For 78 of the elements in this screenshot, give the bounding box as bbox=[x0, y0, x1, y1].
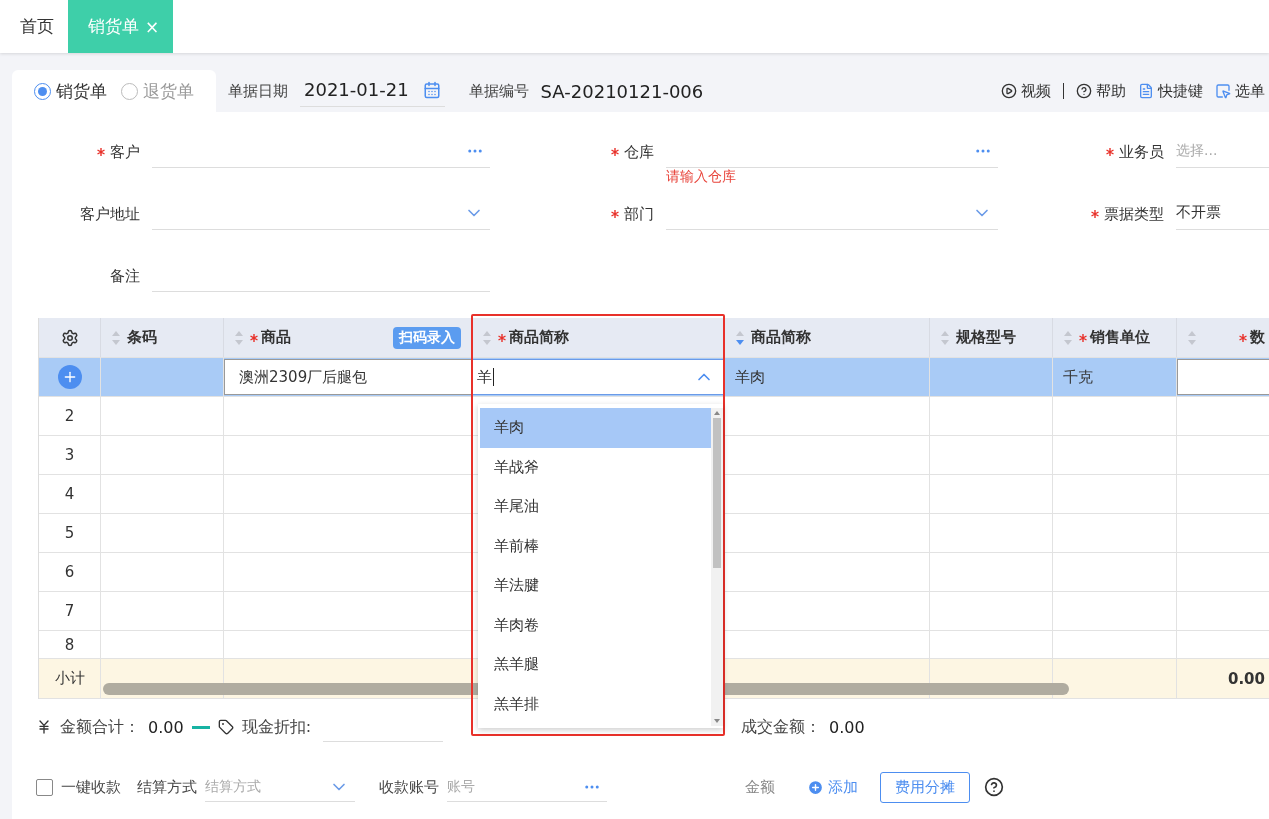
row-number: 3 bbox=[64, 446, 75, 464]
column-header: 销售单位 bbox=[1090, 328, 1150, 347]
dropdown-option[interactable]: 羊前棒 bbox=[480, 526, 711, 566]
subtotal-label: 小计 bbox=[54, 669, 85, 688]
discount-label: 现金折扣: bbox=[241, 716, 311, 738]
document-icon bbox=[1138, 83, 1154, 99]
help-icon bbox=[1076, 83, 1092, 99]
sort-icon[interactable] bbox=[1187, 329, 1197, 346]
row-number: 2 bbox=[64, 407, 75, 425]
dropdown-option[interactable]: 羔羊腿 bbox=[480, 645, 711, 685]
settings-icon[interactable] bbox=[60, 328, 79, 347]
plus-circle-icon bbox=[807, 778, 824, 796]
column-header: 规格型号 bbox=[956, 328, 1016, 347]
field-label: 客户地址 bbox=[80, 204, 140, 224]
input-field[interactable]: 不开票 bbox=[1176, 196, 1269, 230]
error-message: 请输入仓库 bbox=[666, 168, 736, 186]
toolbar-button[interactable]: 视频 bbox=[1001, 81, 1051, 101]
input-field[interactable]: 澳洲2309厂后腿包 bbox=[224, 359, 472, 395]
tag-icon bbox=[217, 719, 234, 735]
checkbox[interactable] bbox=[36, 778, 53, 796]
sort-icon[interactable] bbox=[234, 329, 244, 346]
toolbar-button[interactable]: 选单 bbox=[1215, 81, 1265, 101]
sort-icon[interactable] bbox=[111, 329, 121, 346]
amount-total-label: 金额合计： bbox=[60, 716, 140, 738]
add-row-button[interactable] bbox=[57, 365, 82, 389]
deal-amount-label: 成交金额： bbox=[741, 716, 821, 738]
table-cell: 千克 bbox=[1063, 367, 1093, 387]
play-icon bbox=[1001, 83, 1017, 99]
radio-option[interactable]: 销货单 bbox=[34, 79, 107, 103]
row-number: 7 bbox=[64, 602, 75, 620]
amount-total-value: 0.00 bbox=[148, 717, 184, 737]
column-header: 数 bbox=[1250, 328, 1265, 347]
one-click-label: 一键收款 bbox=[61, 777, 121, 797]
page-tab[interactable]: 首页 bbox=[0, 0, 68, 53]
column-header: 商品 bbox=[261, 328, 291, 347]
toolbar-button[interactable]: 帮助 bbox=[1076, 81, 1126, 101]
dropdown-option[interactable]: 羊尾油 bbox=[480, 487, 711, 527]
pointer-icon bbox=[1215, 83, 1231, 99]
subtotal-value: 0.00 bbox=[1228, 669, 1265, 688]
account-label: 收款账号 bbox=[379, 777, 439, 797]
selected-row[interactable]: 澳洲2309厂后腿包 羊 羊肉 千克 bbox=[39, 358, 1269, 397]
column-header: 商品简称 bbox=[509, 328, 569, 347]
input-field[interactable] bbox=[1177, 359, 1269, 395]
column-header: 商品简称 bbox=[751, 328, 811, 347]
field-label: 备注 bbox=[110, 266, 140, 286]
help-icon[interactable] bbox=[984, 777, 1004, 797]
field-label: 票据类型 bbox=[1104, 204, 1164, 224]
field-label: 仓库 bbox=[624, 142, 654, 162]
field-label: 客户 bbox=[110, 142, 140, 162]
yen-icon bbox=[36, 719, 52, 735]
field-label: 业务员 bbox=[1119, 142, 1164, 162]
sort-icon[interactable] bbox=[940, 329, 950, 346]
dropdown-option[interactable]: 羊肉卷 bbox=[480, 605, 711, 645]
number-label: 单据编号 bbox=[468, 81, 529, 101]
row-number: 8 bbox=[64, 635, 75, 654]
row-number: 4 bbox=[64, 485, 75, 503]
input-field[interactable]: 羊 bbox=[472, 359, 725, 395]
dropdown-option[interactable]: 羊肉 bbox=[480, 408, 711, 448]
row-number: 5 bbox=[64, 524, 75, 542]
field-label: 部门 bbox=[624, 204, 654, 224]
method-label: 结算方式 bbox=[137, 777, 197, 797]
dropdown-option[interactable]: 羔羊排 bbox=[480, 684, 711, 724]
table-cell: 羊肉 bbox=[735, 367, 765, 387]
sort-icon[interactable] bbox=[735, 329, 745, 346]
scrollbar[interactable] bbox=[711, 408, 723, 726]
calendar-icon[interactable] bbox=[422, 80, 441, 99]
amount-label: 金额 bbox=[745, 777, 775, 797]
date-label: 单据日期 bbox=[228, 81, 288, 101]
dropdown-option[interactable]: 羊法腱 bbox=[480, 566, 711, 606]
sort-icon[interactable] bbox=[482, 329, 492, 346]
sort-icon[interactable] bbox=[1063, 329, 1073, 346]
toolbar-button[interactable]: 快捷键 bbox=[1138, 81, 1203, 101]
dropdown-option[interactable]: 羊战斧 bbox=[480, 447, 711, 487]
row-number: 6 bbox=[64, 563, 75, 581]
deal-amount-value: 0.00 bbox=[829, 717, 865, 737]
document-number: SA-20210121-006 bbox=[540, 80, 704, 102]
date-field[interactable]: 2021-01-21 bbox=[300, 75, 445, 107]
column-header: 条码 bbox=[127, 328, 157, 347]
